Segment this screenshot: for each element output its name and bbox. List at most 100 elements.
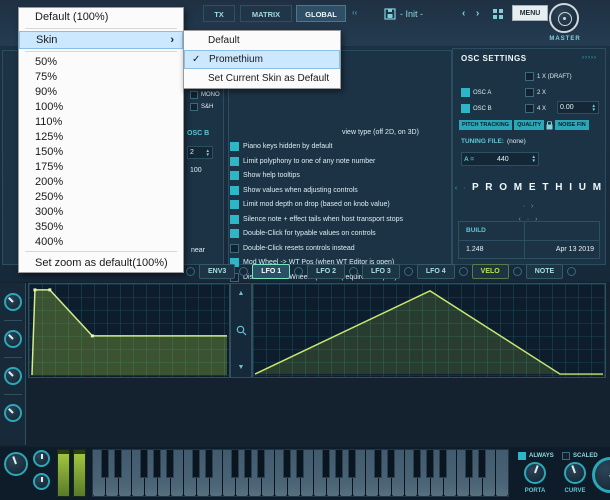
piano-key-black[interactable]	[114, 450, 122, 478]
bottom-left-knob[interactable]	[4, 452, 28, 476]
menu-item-zoom-90[interactable]: 90%	[19, 84, 183, 99]
preset-name[interactable]: - Init -	[400, 9, 423, 19]
tab-led[interactable]	[294, 266, 304, 276]
piano-key-black[interactable]	[244, 450, 252, 478]
option-checkbox[interactable]	[230, 156, 239, 166]
a440-box[interactable]: A = 440 ▲ ▼	[461, 152, 539, 166]
piano-key-black[interactable]	[283, 450, 291, 478]
curve-knob[interactable]	[564, 462, 586, 484]
piano-key-black[interactable]	[426, 450, 434, 478]
tab-led[interactable]	[458, 266, 468, 276]
tab-note[interactable]: NOTE	[525, 263, 564, 279]
piano-key-black[interactable]	[387, 450, 395, 478]
bottom-right-knob[interactable]	[592, 457, 610, 493]
option-row[interactable]: Limit mod depth on drop (based on knob v…	[230, 198, 452, 213]
osc-2x-checkbox[interactable]	[525, 88, 534, 97]
option-row[interactable]: Silence note + effect tails when host tr…	[230, 212, 452, 227]
option-row[interactable]: Double-Click for typable values on contr…	[230, 227, 452, 242]
piano-key-black[interactable]	[192, 450, 200, 478]
mod-knob-1[interactable]	[3, 293, 22, 311]
bender-knob-2[interactable]	[33, 473, 50, 490]
option-checkbox[interactable]	[230, 243, 239, 253]
master-volume-knob[interactable]	[549, 3, 579, 33]
prev-preset-icon[interactable]: ‹	[462, 8, 465, 19]
tab-led[interactable]	[403, 266, 413, 276]
option-checkbox[interactable]	[230, 214, 239, 224]
option-checkbox[interactable]	[230, 200, 239, 210]
bender-knob-1[interactable]	[33, 450, 50, 467]
option-row[interactable]: Double-Click resets controls instead	[230, 241, 452, 256]
tab-lfo-1[interactable]: LFO 1	[252, 263, 291, 279]
piano-key-black[interactable]	[413, 450, 421, 478]
tab-led[interactable]	[239, 266, 249, 276]
option-row[interactable]: Piano keys hidden by default	[230, 140, 452, 155]
envelope-editor[interactable]	[28, 283, 230, 378]
option-checkbox[interactable]	[230, 142, 239, 152]
option-row[interactable]: Limit polyphony to one of any note numbe…	[230, 154, 452, 169]
menu-button[interactable]: MENU	[512, 5, 548, 21]
menu-item-zoom-110[interactable]: 110%	[19, 114, 183, 129]
menu-item-zoom-250[interactable]: 250%	[19, 189, 183, 204]
osc-a-checkbox[interactable]	[461, 88, 470, 97]
zoom-down-icon[interactable]: ▼	[238, 364, 245, 371]
piano-key-black[interactable]	[231, 450, 239, 478]
tab-lfo-3[interactable]: LFO 3	[361, 263, 400, 279]
tab-lfo-4[interactable]: LFO 4	[416, 263, 455, 279]
menu-item-zoom-350[interactable]: 350%	[19, 219, 183, 234]
frag-stepper[interactable]: 2 ▲ ▼	[187, 146, 213, 159]
menu-item-zoom-200[interactable]: 200%	[19, 174, 183, 189]
menu-item-zoom-175[interactable]: 175%	[19, 159, 183, 174]
option-row[interactable]: Show help tooltips	[230, 169, 452, 184]
submenu-item-default[interactable]: Default	[184, 31, 340, 50]
option-checkbox[interactable]	[230, 171, 239, 181]
menu-item-zoom-400[interactable]: 400%	[19, 234, 183, 249]
tab-env3[interactable]: ENV3	[199, 263, 236, 279]
piano-key-black[interactable]	[465, 450, 473, 478]
frag-checkbox[interactable]	[190, 103, 198, 111]
collapse-icon[interactable]: ‹‹	[352, 8, 357, 17]
menu-item-zoom-50[interactable]: 50%	[19, 54, 183, 69]
option-row[interactable]: view type (off 2D, on 3D)	[230, 125, 452, 140]
mod-knob-2[interactable]	[3, 330, 22, 348]
menu-item-skin[interactable]: Skin ›	[19, 31, 183, 49]
tab-lfo-2[interactable]: LFO 2	[307, 263, 345, 279]
scaled-checkbox[interactable]	[562, 452, 570, 460]
save-preset-icon[interactable]	[384, 8, 396, 20]
lfo-waveform-display[interactable]	[252, 283, 606, 378]
frag-checkbox[interactable]	[190, 91, 198, 99]
piano-key-black[interactable]	[166, 450, 174, 478]
menu-item-default-zoom[interactable]: Default (100%)	[19, 8, 183, 26]
piano-key-black[interactable]	[439, 450, 447, 478]
mod-wheel[interactable]	[73, 449, 86, 497]
pitch-tracking-button[interactable]: PITCH TRACKING	[459, 120, 513, 130]
piano-key-black[interactable]	[348, 450, 356, 478]
always-checkbox[interactable]	[518, 452, 526, 460]
piano-key-black[interactable]	[374, 450, 382, 478]
magnifier-icon[interactable]	[236, 325, 247, 336]
tab-matrix[interactable]: MATRIX	[240, 5, 292, 22]
menu-item-zoom-125[interactable]: 125%	[19, 129, 183, 144]
tab-global[interactable]: GLOBAL	[296, 5, 346, 22]
tuning-file-value[interactable]: (none)	[507, 138, 526, 145]
option-row[interactable]: Show values when adjusting controls	[230, 183, 452, 198]
menu-item-zoom-100[interactable]: 100%	[19, 99, 183, 114]
piano-key-black[interactable]	[478, 450, 486, 478]
tab-led[interactable]	[567, 266, 577, 276]
tab-led[interactable]	[512, 266, 522, 276]
tab-led[interactable]	[348, 266, 358, 276]
tab-fx-fragment[interactable]: TX	[203, 5, 235, 22]
tab-led[interactable]	[186, 266, 195, 276]
osc-b-checkbox[interactable]	[461, 104, 470, 113]
detune-value-box[interactable]: 0.00 ▲ ▼	[557, 101, 599, 114]
piano-key-black[interactable]	[257, 450, 265, 478]
mod-knob-4[interactable]	[3, 404, 22, 422]
piano-key-black[interactable]	[153, 450, 161, 478]
quality-button[interactable]: QUALITY	[514, 120, 545, 130]
tab-velo[interactable]: VELO	[471, 263, 509, 279]
option-checkbox[interactable]	[230, 185, 239, 195]
piano-key-black[interactable]	[335, 450, 343, 478]
piano-key-black[interactable]	[101, 450, 109, 478]
pitch-wheel[interactable]	[57, 449, 70, 497]
zoom-up-icon[interactable]: ▲	[238, 290, 245, 297]
draft-checkbox[interactable]	[525, 72, 534, 81]
